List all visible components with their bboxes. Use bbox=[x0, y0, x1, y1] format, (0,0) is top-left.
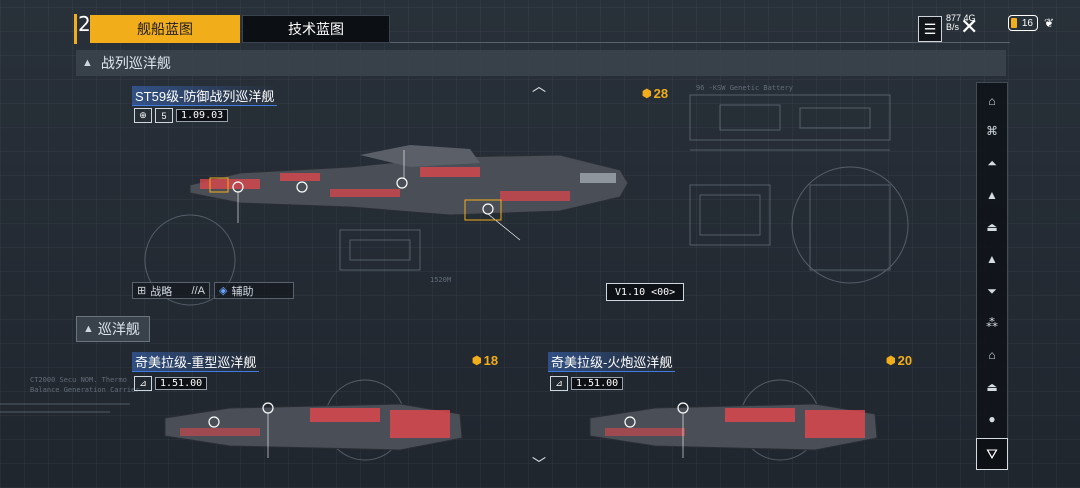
battlecruiser-class-icon[interactable]: ⏶ bbox=[982, 153, 1002, 173]
filter-icon[interactable]: ⛛ bbox=[976, 438, 1008, 470]
ship-tier: ⊿ 1.51.00 bbox=[134, 376, 208, 391]
svg-text:96 -KSW Genetic Battery: 96 -KSW Genetic Battery bbox=[696, 84, 793, 92]
tier-value: 1.51.00 bbox=[155, 377, 208, 390]
cost-value: 20 bbox=[897, 353, 913, 368]
section-title: 战列巡洋舰 bbox=[100, 55, 171, 71]
tier-value: 1.51.00 bbox=[571, 377, 624, 390]
support-icon: ◈ bbox=[219, 285, 228, 297]
tab-ship-blueprints[interactable]: 舰船蓝图 bbox=[90, 15, 240, 43]
ship-cost: ⬢ 28 bbox=[642, 86, 668, 101]
battlecruiser-class-icon: ▲ bbox=[82, 57, 93, 69]
chevron-up-icon[interactable]: ︿ bbox=[532, 76, 546, 96]
battleship-class-icon[interactable]: ⌂ bbox=[982, 91, 1002, 111]
tier-value: 1.09.03 bbox=[176, 109, 229, 122]
svg-text:1520M: 1520M bbox=[430, 276, 451, 284]
cost-icon: ⬢ bbox=[472, 355, 482, 367]
ship-model-chimera-heavy[interactable] bbox=[160, 398, 470, 458]
battery-indicator: 16 bbox=[1008, 15, 1038, 31]
ship-model-st59[interactable] bbox=[180, 145, 640, 245]
svg-text:CT2000 Secu NOM. Thermo: CT2000 Secu NOM. Thermo bbox=[30, 376, 127, 384]
strategy-icon: ⊞ bbox=[137, 285, 147, 297]
cruiser-class-icon: ▲ bbox=[83, 323, 94, 335]
chevron-down-icon[interactable]: ﹀ bbox=[532, 454, 546, 474]
ship-cost: ⬢ 18 bbox=[472, 353, 498, 368]
battery-level: 16 bbox=[1021, 17, 1033, 29]
support-class-icon[interactable]: ⌂ bbox=[982, 345, 1002, 365]
auxiliary-class-icon[interactable]: ⏏ bbox=[982, 377, 1002, 397]
cruiser-class-icon[interactable]: ▲ bbox=[982, 185, 1002, 205]
cost-value: 18 bbox=[483, 353, 499, 368]
close-icon[interactable]: ✕ bbox=[960, 14, 978, 40]
svg-text:Balance Generation Carrier: Balance Generation Carrier bbox=[30, 386, 140, 394]
tier-number: 5 bbox=[155, 108, 173, 123]
globe-icon: ⊕ bbox=[134, 108, 152, 123]
ship-tier: ⊿ 1.51.00 bbox=[550, 376, 624, 391]
fighter-class-icon[interactable]: ⁂ bbox=[982, 313, 1002, 333]
cost-icon: ⬢ bbox=[886, 355, 896, 367]
destroyer-class-icon[interactable]: ⏏ bbox=[982, 217, 1002, 237]
top-divider bbox=[390, 42, 1010, 43]
role-support: ◈ 辅助 bbox=[214, 282, 294, 299]
ship-roles: ⊞ 战略 //A ◈ 辅助 bbox=[132, 282, 294, 299]
ship-name[interactable]: 奇美拉级-火炮巡洋舰 bbox=[548, 352, 676, 372]
ship-model-chimera-artillery[interactable] bbox=[585, 398, 885, 458]
section-title: 巡洋舰 bbox=[97, 321, 140, 337]
ship-class-filter-sidebar: ⌂ ⌘ ⏶ ▲ ⏏ ▲ ⏷ ⁂ ⌂ ⏏ ● bbox=[976, 82, 1008, 440]
cost-value: 28 bbox=[653, 86, 669, 101]
frigate-class-icon[interactable]: ▲ bbox=[982, 249, 1002, 269]
leaf-icon: ❦ bbox=[1044, 16, 1055, 30]
other-class-icon[interactable]: ● bbox=[982, 409, 1002, 429]
ship-name[interactable]: ST59级-防御战列巡洋舰 bbox=[132, 86, 278, 106]
section-header-battlecruiser: ▲ 战列巡洋舰 bbox=[76, 50, 1006, 76]
role-grade: //A bbox=[191, 284, 205, 297]
carrier-class-icon[interactable]: ⌘ bbox=[982, 121, 1002, 141]
cost-icon: ⬢ bbox=[642, 88, 652, 100]
version-label: V1.10 <00> bbox=[606, 283, 685, 301]
list-icon[interactable]: ☰ bbox=[918, 16, 942, 42]
section-header-cruiser: ▲ 巡洋舰 bbox=[76, 316, 150, 342]
ship-tier: ⊕ 5 1.09.03 bbox=[134, 108, 229, 123]
corvette-class-icon[interactable]: ⏷ bbox=[982, 281, 1002, 301]
role-label: 辅助 bbox=[231, 285, 254, 298]
ship-name[interactable]: 奇美拉级-重型巡洋舰 bbox=[132, 352, 260, 372]
top-accent-bar bbox=[74, 14, 77, 44]
tier-icon: ⊿ bbox=[550, 376, 568, 391]
role-label: 战略 bbox=[150, 285, 173, 298]
tier-icon: ⊿ bbox=[134, 376, 152, 391]
tab-tech-blueprints[interactable]: 技术蓝图 bbox=[242, 15, 390, 43]
ship-cost: ⬢ 20 bbox=[886, 353, 912, 368]
role-strategy: ⊞ 战略 //A bbox=[132, 282, 210, 299]
